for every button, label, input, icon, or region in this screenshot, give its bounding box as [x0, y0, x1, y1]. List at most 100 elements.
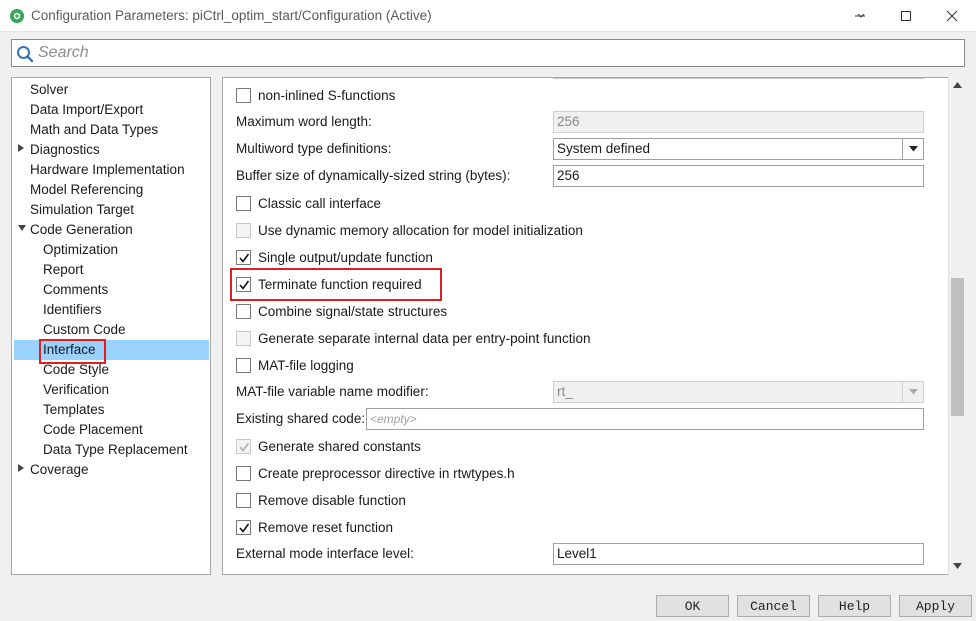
- checkmark-icon: [239, 523, 250, 533]
- search-bar: [11, 39, 965, 67]
- option-label: Use dynamic memory allocation for model …: [258, 222, 583, 238]
- expand-arrow-icon[interactable]: [17, 140, 27, 160]
- remove-reset-option[interactable]: Remove reset function: [236, 516, 393, 538]
- option-label: Generate shared constants: [258, 438, 421, 454]
- remove-disable-option[interactable]: Remove disable function: [236, 489, 406, 511]
- tree-item-label: Optimization: [43, 242, 119, 257]
- tree-item-diagnostics[interactable]: Diagnostics: [14, 140, 209, 160]
- help-button[interactable]: Help: [818, 595, 891, 617]
- search-icon: [17, 46, 34, 63]
- highlight-box: [230, 268, 442, 301]
- apply-button[interactable]: Apply: [899, 595, 972, 617]
- tree-item-label: Data Import/Export: [30, 102, 144, 117]
- field-placeholder: <empty>: [370, 412, 417, 426]
- tree-item-math-data-types[interactable]: Math and Data Types: [14, 120, 209, 140]
- tree-item-identifiers[interactable]: Identifiers: [14, 300, 209, 320]
- mat-file-logging-option[interactable]: MAT-file logging: [236, 354, 354, 376]
- partial-option-row[interactable]: [236, 570, 251, 574]
- tree-item-solver[interactable]: Solver: [14, 80, 209, 100]
- combine-signal-state-option[interactable]: Combine signal/state structures: [236, 300, 447, 322]
- checkbox[interactable]: [236, 519, 251, 535]
- tree-item-data-import-export[interactable]: Data Import/Export: [14, 100, 209, 120]
- shared-constants-option: Generate shared constants: [236, 435, 421, 457]
- checkbox[interactable]: [236, 249, 251, 265]
- tree-item-label: Code Style: [43, 362, 110, 377]
- single-output-update-option[interactable]: Single output/update function: [236, 246, 433, 268]
- checkbox[interactable]: [236, 195, 251, 211]
- tree-item-code-generation[interactable]: Code Generation: [14, 220, 209, 240]
- tree-item-simulation-target[interactable]: Simulation Target: [14, 200, 209, 220]
- max-word-length-label: Maximum word length:: [236, 114, 372, 129]
- non-inlined-sfunctions-option[interactable]: non-inlined S-functions: [236, 84, 395, 106]
- tree-item-label: Templates: [43, 402, 105, 417]
- external-mode-level-label: External mode interface level:: [236, 546, 414, 561]
- option-label: Create preprocessor directive in rtwtype…: [258, 465, 515, 481]
- multiword-type-dropdown[interactable]: System defined: [553, 138, 924, 160]
- divider: [553, 78, 924, 79]
- existing-shared-code-label: Existing shared code:: [236, 411, 366, 426]
- search-input[interactable]: [38, 42, 958, 64]
- checkbox: [236, 222, 251, 238]
- option-label: MAT-file logging: [258, 357, 354, 373]
- checkbox[interactable]: [236, 492, 251, 508]
- cancel-button[interactable]: Cancel: [737, 595, 810, 617]
- checkbox[interactable]: [236, 87, 251, 103]
- separate-internal-data-option: Generate separate internal data per entr…: [236, 327, 590, 349]
- tree-item-label: Data Type Replacement: [43, 442, 188, 457]
- collapse-arrow-icon[interactable]: [17, 220, 27, 240]
- checkmark-icon: [239, 442, 250, 452]
- existing-shared-code-field[interactable]: <empty>: [366, 408, 924, 430]
- checkbox[interactable]: [236, 303, 251, 319]
- tree-item-templates[interactable]: Templates: [14, 400, 209, 420]
- chevron-down-icon: [902, 382, 923, 402]
- buffer-size-field[interactable]: 256: [553, 165, 924, 187]
- scroll-up-icon[interactable]: [953, 82, 962, 88]
- settings-panel: non-inlined S-functions Maximum word len…: [222, 77, 966, 575]
- mat-modifier-dropdown: rt_: [553, 381, 924, 403]
- tree-item-comments[interactable]: Comments: [14, 280, 209, 300]
- buffer-size-label: Buffer size of dynamically-sized string …: [236, 168, 511, 183]
- checkbox: [236, 330, 251, 346]
- minimize-button[interactable]: [837, 0, 883, 31]
- tree-item-label: Simulation Target: [30, 202, 135, 217]
- classic-call-interface-option[interactable]: Classic call interface: [236, 192, 381, 214]
- tree-item-data-type-replacement[interactable]: Data Type Replacement: [14, 440, 209, 460]
- preprocessor-directive-option[interactable]: Create preprocessor directive in rtwtype…: [236, 462, 515, 484]
- tree-item-label: Comments: [43, 282, 109, 297]
- field-value: 256: [557, 168, 580, 183]
- external-mode-level-field[interactable]: Level1: [553, 543, 924, 565]
- vertical-scrollbar[interactable]: [948, 77, 966, 575]
- checkmark-icon: [239, 253, 250, 263]
- tree-item-verification[interactable]: Verification: [14, 380, 209, 400]
- tree-item-label: Coverage: [30, 462, 89, 477]
- max-word-length-field: 256: [553, 111, 924, 133]
- tree-item-label: Hardware Implementation: [30, 162, 185, 177]
- scrollbar-thumb[interactable]: [951, 278, 964, 416]
- tree-item-label: Code Placement: [43, 422, 143, 437]
- option-label: non-inlined S-functions: [258, 87, 396, 103]
- option-label: Combine signal/state structures: [258, 303, 448, 319]
- expand-arrow-icon[interactable]: [17, 460, 27, 480]
- title-bar: Configuration Parameters: piCtrl_optim_s…: [0, 0, 976, 32]
- tree-item-label: Solver: [30, 82, 69, 97]
- tree-item-model-referencing[interactable]: Model Referencing: [14, 180, 209, 200]
- close-button[interactable]: [929, 0, 975, 31]
- tree-item-optimization[interactable]: Optimization: [14, 240, 209, 260]
- checkbox: [236, 438, 251, 454]
- dropdown-value: rt_: [557, 384, 573, 399]
- tree-item-report[interactable]: Report: [14, 260, 209, 280]
- option-label: Generate separate internal data per entr…: [258, 330, 591, 346]
- scroll-down-icon[interactable]: [953, 563, 962, 569]
- checkbox[interactable]: [236, 357, 251, 373]
- tree-item-code-placement[interactable]: Code Placement: [14, 420, 209, 440]
- tree-item-hardware-implementation[interactable]: Hardware Implementation: [14, 160, 209, 180]
- ok-button[interactable]: OK: [656, 595, 729, 617]
- checkbox[interactable]: [236, 465, 251, 481]
- tree-item-label: Identifiers: [43, 302, 102, 317]
- checkbox[interactable]: [236, 573, 251, 574]
- tree-item-label: Math and Data Types: [30, 122, 159, 137]
- tree-item-coverage[interactable]: Coverage: [14, 460, 209, 480]
- maximize-button[interactable]: [883, 0, 929, 31]
- chevron-down-icon[interactable]: [902, 139, 923, 159]
- tree-item-custom-code[interactable]: Custom Code: [14, 320, 209, 340]
